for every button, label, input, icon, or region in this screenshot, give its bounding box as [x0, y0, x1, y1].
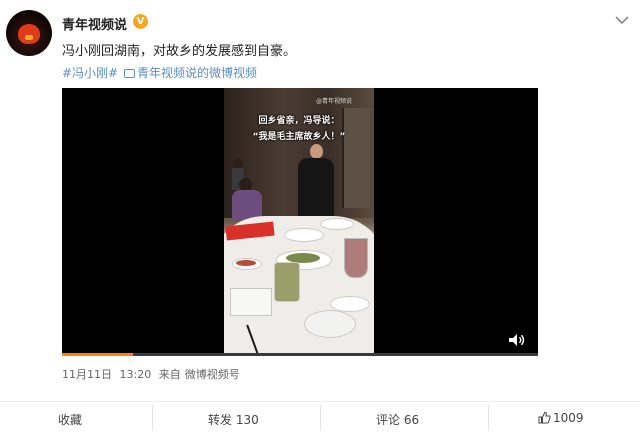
action-separator	[320, 404, 321, 430]
action-divider	[0, 401, 640, 402]
video-frame: @青年视频说 回乡省亲，冯导说： “我是毛主席故乡人！”	[224, 88, 374, 356]
post-meta: 11月11日 13:20 来自 微博视频号	[62, 366, 244, 382]
post-source-link[interactable]: 微博视频号	[185, 368, 240, 381]
action-separator	[488, 404, 489, 430]
more-options-button[interactable]	[614, 14, 630, 26]
video-source-label: 青年视频说的微博视频	[136, 66, 257, 80]
topic-tag-link[interactable]: #冯小刚#	[62, 66, 118, 80]
video-plate	[284, 228, 324, 242]
post-time: 13:20	[119, 368, 152, 381]
video-icon	[123, 69, 135, 78]
video-watermark: @青年视频说	[316, 98, 353, 105]
verified-badge-icon: V	[133, 14, 148, 29]
video-name-card	[230, 288, 272, 316]
volume-icon	[509, 334, 525, 346]
video-person-standing	[296, 144, 336, 224]
volume-button[interactable]	[508, 332, 526, 346]
action-separator	[152, 404, 153, 430]
comment-label: 评论	[376, 413, 401, 427]
video-dish	[236, 260, 256, 266]
video-jar	[274, 262, 300, 302]
user-name[interactable]: 青年视频说	[62, 14, 127, 33]
avatar-beak	[25, 35, 33, 40]
video-player[interactable]: @青年视频说 回乡省亲，冯导说： “我是毛主席故乡人！”	[62, 88, 538, 356]
repost-count: 130	[235, 413, 259, 427]
chevron-down-icon	[615, 16, 629, 25]
video-progress-fill	[62, 353, 134, 356]
video-caption-line1: 回乡省亲，冯导说：	[258, 116, 340, 126]
post-tags: #冯小刚# 青年视频说的微博视频	[62, 64, 261, 81]
repost-label: 转发	[208, 413, 233, 427]
post-source-prefix: 来自	[158, 368, 181, 381]
post-text: 冯小刚回湖南，对故乡的发展感到自豪。	[62, 44, 297, 59]
video-source-link[interactable]: 青年视频说的微博视频	[123, 66, 259, 80]
comment-count: 66	[403, 413, 420, 427]
like-button[interactable]: 1009	[538, 411, 584, 425]
comment-button[interactable]: 评论 66	[376, 411, 419, 428]
collect-button[interactable]: 收藏	[58, 411, 82, 428]
like-count: 1009	[553, 411, 584, 425]
video-caption-line2: “我是毛主席故乡人！”	[252, 132, 346, 142]
avatar-bird	[18, 24, 40, 44]
avatar[interactable]	[6, 10, 52, 56]
video-wine-glass	[344, 238, 368, 278]
thumbs-up-icon	[538, 411, 551, 424]
post-date: 11月11日	[62, 368, 112, 381]
repost-button[interactable]: 转发 130	[208, 411, 259, 428]
video-plate	[320, 218, 354, 230]
video-person-seated	[230, 178, 264, 220]
video-progress-bar[interactable]	[62, 353, 538, 356]
video-napkin	[304, 310, 356, 338]
